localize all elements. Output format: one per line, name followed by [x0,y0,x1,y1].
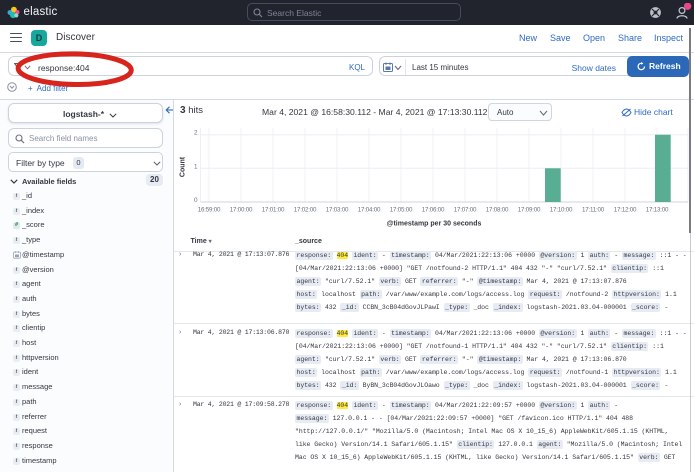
svg-text:17:00:00: 17:00:00 [230,207,253,214]
svg-text:1: 1 [194,163,198,170]
svg-text:17:11:00: 17:11:00 [582,207,605,214]
svg-text:16:59:00: 16:59:00 [198,207,221,214]
svg-text:17:09:00: 17:09:00 [518,207,541,214]
svg-text:2: 2 [194,130,198,137]
svg-text:17:02:00: 17:02:00 [294,207,317,214]
svg-text:17:12:00: 17:12:00 [614,207,637,214]
svg-text:17:01:00: 17:01:00 [262,207,285,214]
svg-text:17:08:00: 17:08:00 [486,207,509,214]
svg-text:17:07:00: 17:07:00 [454,207,477,214]
svg-text:Count: Count [180,156,187,177]
svg-text:@timestamp per 30 seconds: @timestamp per 30 seconds [387,221,482,228]
svg-text:0: 0 [194,197,198,204]
svg-text:17:05:00: 17:05:00 [390,207,413,214]
svg-text:17:06:00: 17:06:00 [422,207,445,214]
svg-text:17:10:00: 17:10:00 [550,207,573,214]
svg-text:17:03:00: 17:03:00 [326,207,349,214]
svg-text:17:04:00: 17:04:00 [358,207,381,214]
svg-text:17:13:00: 17:13:00 [646,207,669,214]
